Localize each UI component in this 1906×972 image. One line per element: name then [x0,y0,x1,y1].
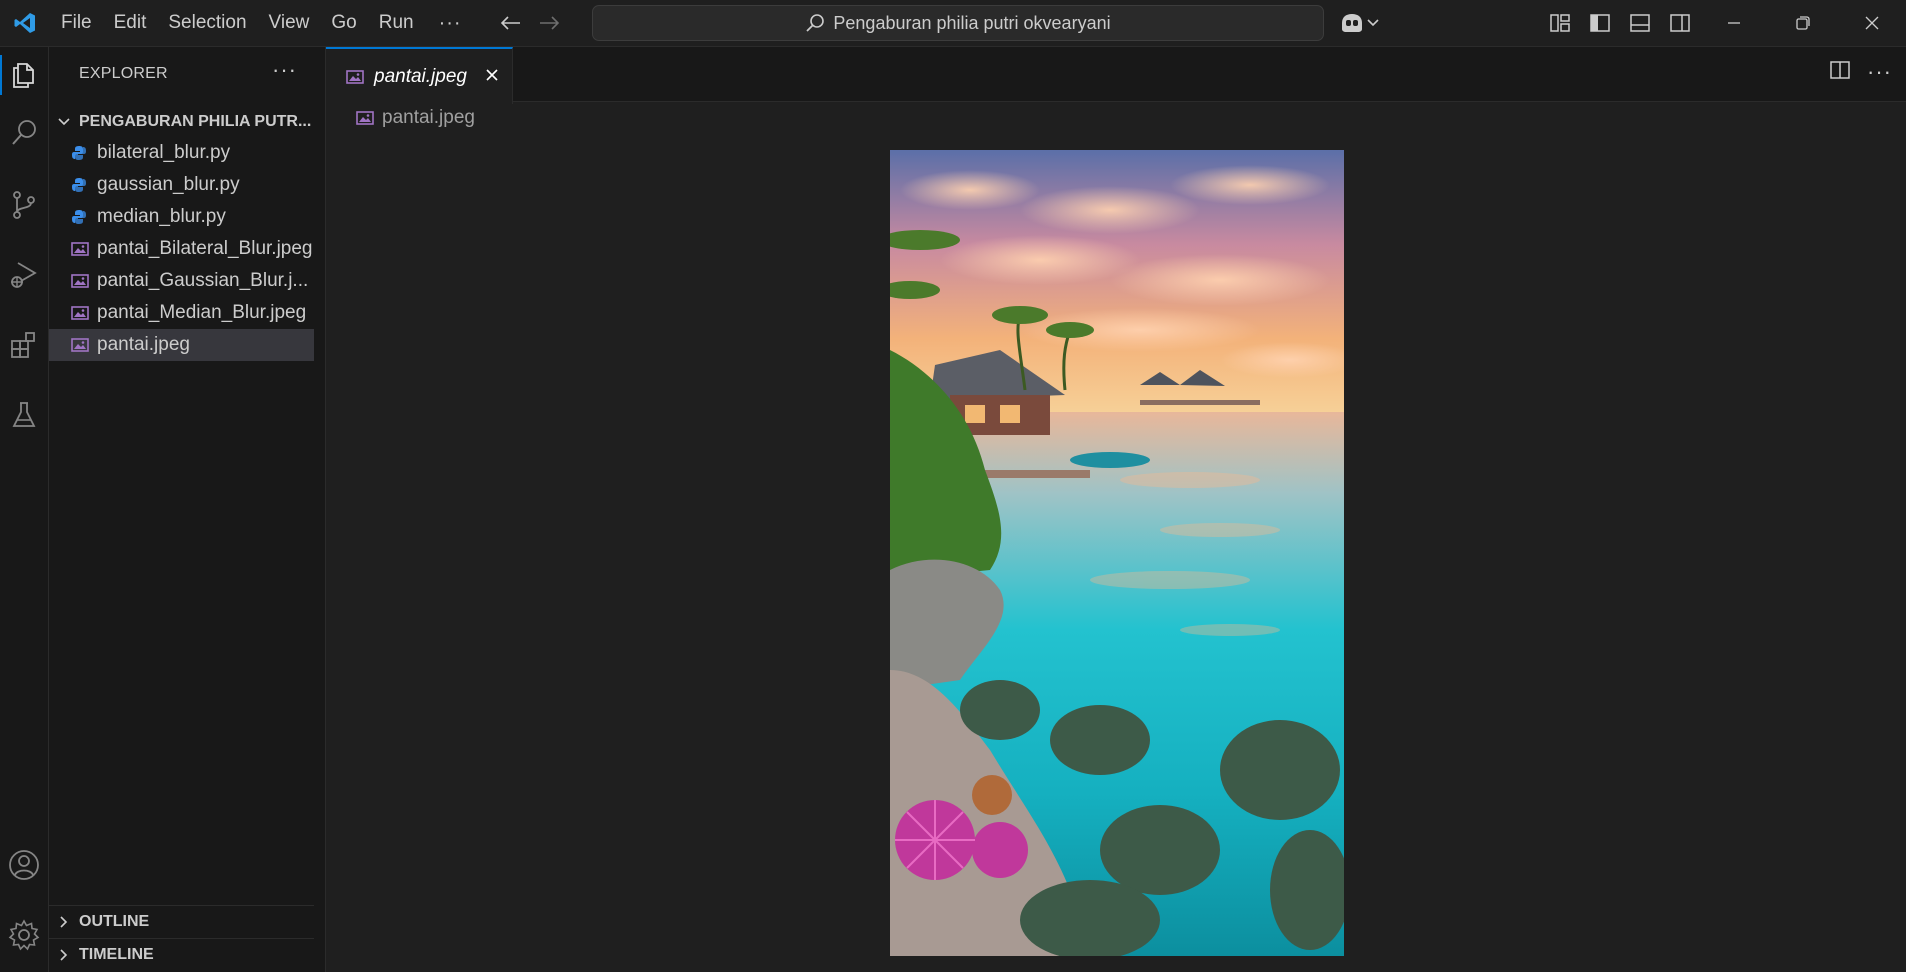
close-window-icon[interactable] [1837,0,1906,46]
toggle-panel-icon[interactable] [1625,6,1655,40]
menu-edit[interactable]: Edit [103,6,158,40]
menu-more-button[interactable]: ··· [425,12,476,35]
copilot-icon [1342,14,1362,32]
command-center-label: Pengaburan philia putri okvearyani [833,12,1111,33]
settings-gear-icon[interactable] [0,907,48,963]
image-file-icon [346,69,370,85]
customize-layout-icon[interactable] [1545,6,1575,40]
file-name: bilateral_blur.py [97,142,231,163]
file-name: median_blur.py [97,206,226,227]
python-file-icon [71,177,97,193]
image-file-icon [71,305,97,321]
tab-pantai-jpeg[interactable]: pantai.jpeg [326,47,513,104]
menu-view[interactable]: View [258,6,321,40]
chevron-right-icon [49,915,79,929]
menu-go[interactable]: Go [320,6,367,40]
file-item-pantai-median-blur[interactable]: pantai_Median_Blur.jpeg [49,297,314,329]
testing-icon[interactable] [0,387,48,443]
command-center-search[interactable]: Pengaburan philia putri okvearyani [592,5,1324,41]
image-file-icon [71,273,97,289]
restore-icon[interactable] [1768,0,1837,46]
copilot-menu[interactable] [1338,6,1380,40]
workspace-folder[interactable]: PENGABURAN PHILIA PUTR... [49,107,314,137]
tab-bar: pantai.jpeg ··· [326,47,1906,104]
source-control-icon[interactable] [0,177,48,233]
split-editor-icon[interactable] [1829,60,1851,85]
workspace-folder-label: PENGABURAN PHILIA PUTR... [79,113,312,130]
timeline-section[interactable]: TIMELINE [49,938,314,971]
file-name: pantai.jpeg [97,334,190,355]
file-item-median-blur-py[interactable]: median_blur.py [49,201,314,233]
image-file-icon [71,337,97,353]
file-name: pantai_Median_Blur.jpeg [97,302,307,323]
python-file-icon [71,145,97,161]
image-file-icon [71,241,97,257]
file-name: pantai_Bilateral_Blur.jpeg [97,238,313,259]
window-controls [1699,0,1906,46]
run-debug-icon[interactable] [0,247,48,303]
outline-section[interactable]: OUTLINE [49,905,314,938]
file-item-gaussian-blur-py[interactable]: gaussian_blur.py [49,169,314,201]
menu-run[interactable]: Run [368,6,425,40]
file-item-pantai-gaussian-blur[interactable]: pantai_Gaussian_Blur.j... [49,265,314,297]
editor-actions: ··· [1829,59,1892,85]
extensions-icon[interactable] [0,317,48,373]
menu-selection[interactable]: Selection [157,6,257,40]
image-preview [890,150,1344,956]
python-file-icon [71,209,97,225]
explorer-more-actions[interactable]: ··· [272,57,297,83]
editor-area: pantai.jpeg ··· pantai.jpeg [326,47,1906,972]
image-file-icon [356,110,382,126]
account-icon[interactable] [0,837,48,893]
chevron-down-icon [49,117,79,127]
tab-label: pantai.jpeg [374,65,467,87]
close-icon[interactable] [482,65,502,85]
file-name: pantai_Gaussian_Blur.j... [97,270,309,291]
breadcrumb: pantai.jpeg [356,107,475,129]
explorer-icon[interactable] [0,47,48,103]
file-item-pantai-jpeg[interactable]: pantai.jpeg [49,329,314,361]
editor-more-actions[interactable]: ··· [1867,59,1892,85]
beach-image [890,150,1344,956]
chevron-down-icon [1367,19,1379,27]
menu-file[interactable]: File [50,6,103,40]
outline-label: OUTLINE [79,913,150,930]
timeline-label: TIMELINE [79,946,154,963]
chevron-right-icon [49,948,79,962]
search-icon [806,14,825,32]
activity-bar [0,47,49,972]
file-item-bilateral-blur-py[interactable]: bilateral_blur.py [49,137,314,169]
toggle-primary-sidebar-icon[interactable] [1585,6,1615,40]
title-bar: File Edit Selection View Go Run ··· Peng… [0,0,1906,47]
file-name: gaussian_blur.py [97,174,240,195]
file-item-pantai-bilateral-blur[interactable]: pantai_Bilateral_Blur.jpeg [49,233,314,265]
layout-controls [1545,6,1695,40]
forward-arrow-icon[interactable] [530,6,570,40]
breadcrumb-item[interactable]: pantai.jpeg [382,107,475,129]
menu-bar: File Edit Selection View Go Run ··· [50,6,476,40]
search-icon[interactable] [0,105,48,161]
explorer-sidebar: EXPLORER ··· PENGABURAN PHILIA PUTR... b… [49,47,326,972]
vscode-logo-icon [0,0,50,46]
minimize-icon[interactable] [1699,0,1768,46]
explorer-title: EXPLORER [79,65,168,82]
back-arrow-icon[interactable] [490,6,530,40]
toggle-secondary-sidebar-icon[interactable] [1665,6,1695,40]
